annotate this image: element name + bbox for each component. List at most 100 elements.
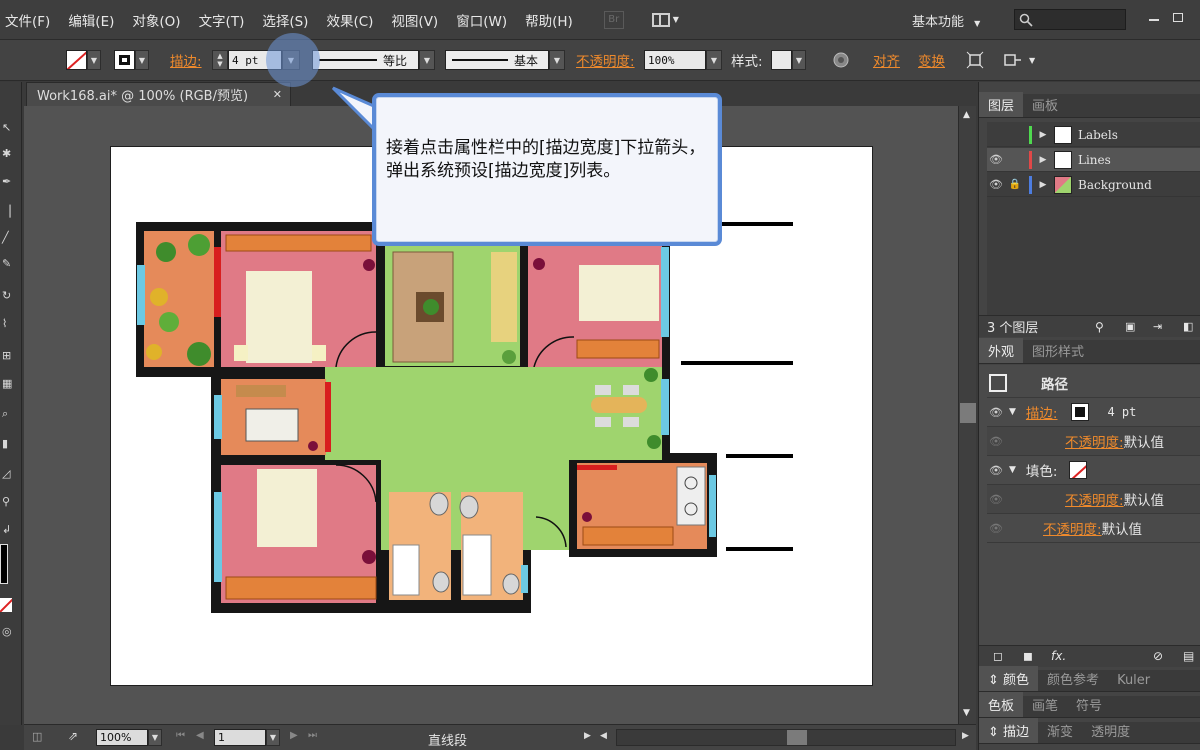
panel-menu-button[interactable]: ▼ <box>1003 50 1035 70</box>
expand-triangle-icon[interactable]: ▶ <box>1036 180 1050 190</box>
artboard-nav-icon[interactable]: ◫ <box>32 730 42 743</box>
fill-control[interactable]: ▼ <box>66 50 101 70</box>
eye-icon[interactable]: 👁 <box>987 493 1005 506</box>
document-tab[interactable]: Work168.ai* @ 100% (RGB/预览) ✕ <box>26 82 291 106</box>
tab-color-guide[interactable]: 颜色参考 <box>1038 666 1108 691</box>
graph-tool-icon[interactable]: ▮ <box>2 438 14 450</box>
lock-icon[interactable]: 🔒 <box>1005 179 1025 190</box>
stroke-swatch[interactable] <box>114 50 135 70</box>
tab-color[interactable]: ⇕ 颜色 <box>979 666 1039 691</box>
scroll-left-icon[interactable]: ◀ <box>600 731 607 741</box>
isolate-button[interactable] <box>966 50 984 70</box>
appearance-opacity-row[interactable]: 👁 不透明度: 默认值 <box>987 514 1200 543</box>
share-icon[interactable]: ⇗ <box>68 729 78 743</box>
type-tool-icon[interactable]: ▕ <box>2 206 14 218</box>
chevron-down-icon[interactable]: ▼ <box>549 50 565 70</box>
opacity-link[interactable]: 不透明度: <box>1065 489 1124 509</box>
arrange-documents-button[interactable]: ▼ <box>651 12 679 27</box>
fill-swatch-none[interactable] <box>1069 461 1088 479</box>
none-color-icon[interactable] <box>0 598 12 612</box>
delete-icon[interactable]: ▤ <box>1183 649 1194 663</box>
next-artboard-icon[interactable]: ▶ <box>290 730 298 741</box>
stroke-weight-value[interactable]: 4 pt <box>1107 405 1136 419</box>
clear-appearance-icon[interactable]: ⊘ <box>1153 649 1163 663</box>
scroll-thumb[interactable] <box>787 730 807 745</box>
eye-icon[interactable]: 👁 <box>987 464 1005 477</box>
scroll-up-icon[interactable]: ▲ <box>963 110 970 120</box>
swap-colors-icon[interactable]: ↲ <box>2 524 14 536</box>
opacity-control[interactable]: 100% ▼ <box>644 50 722 70</box>
scroll-right-icon[interactable]: ▶ <box>962 731 969 741</box>
status-menu-icon[interactable]: ▶ <box>584 731 591 741</box>
tab-swatches[interactable]: 色板 <box>979 692 1024 717</box>
tab-stroke[interactable]: ⇕ 描边 <box>979 718 1039 743</box>
warp-tool-icon[interactable]: ⌇ <box>2 318 14 330</box>
tab-appearance[interactable]: 外观 <box>979 338 1024 363</box>
chevron-down-icon[interactable]: ▼ <box>87 50 101 70</box>
screen-mode-icon[interactable]: ◎ <box>2 626 14 638</box>
collapse-triangle-icon[interactable]: ▼ <box>1009 465 1016 475</box>
new-layer-icon[interactable]: ◧ <box>1183 320 1193 333</box>
stroke-color-control[interactable]: ▼ <box>114 50 149 70</box>
recolor-button[interactable] <box>832 50 850 70</box>
stepper-icon[interactable]: ▲ ▼ <box>212 50 228 70</box>
eye-icon[interactable]: 👁 <box>987 522 1005 535</box>
menu-view[interactable]: 视图(V) <box>382 10 447 30</box>
chevron-down-icon[interactable]: ▼ <box>706 50 722 70</box>
tab-brushes[interactable]: 画笔 <box>1023 692 1067 717</box>
appearance-stroke-opacity-row[interactable]: 👁 不透明度: 默认值 <box>987 427 1200 456</box>
vertical-scrollbar[interactable]: ▲ ▼ <box>958 106 976 724</box>
layer-row-background[interactable]: 👁 🔒 ▶ Background <box>987 173 1200 197</box>
minimize-button[interactable] <box>1143 7 1165 27</box>
last-artboard-icon[interactable]: ⏭ <box>308 730 317 741</box>
graphic-style-control[interactable]: ▼ <box>771 50 806 70</box>
menu-window[interactable]: 窗口(W) <box>447 10 516 30</box>
chevron-down-icon[interactable]: ▼ <box>266 729 280 746</box>
eye-icon[interactable]: 👁 <box>987 153 1005 166</box>
line-tool-icon[interactable]: ╱ <box>2 232 14 244</box>
eye-icon[interactable]: 👁 <box>987 406 1005 419</box>
prev-artboard-icon[interactable]: ◀ <box>196 730 204 741</box>
workspace-switcher[interactable]: 基本功能 ▼ <box>912 11 980 30</box>
magic-wand-tool-icon[interactable]: ✱ <box>2 148 14 160</box>
add-stroke-icon[interactable]: ◻ <box>993 649 1003 663</box>
menu-edit[interactable]: 编辑(E) <box>59 10 123 30</box>
menu-type[interactable]: 文字(T) <box>190 10 254 30</box>
expand-triangle-icon[interactable]: ▶ <box>1036 155 1050 165</box>
search-icon[interactable]: ⚲ <box>1095 320 1104 334</box>
make-clipping-mask-icon[interactable]: ▣ <box>1125 320 1135 333</box>
eyedropper-tool-icon[interactable]: ⌕ <box>2 408 14 420</box>
opacity-label-link[interactable]: 不透明度: <box>576 50 635 70</box>
style-swatch[interactable] <box>771 50 792 70</box>
first-artboard-icon[interactable]: ⏮ <box>176 730 185 741</box>
slice-tool-icon[interactable]: ◿ <box>2 468 14 480</box>
stroke-color-box[interactable] <box>0 544 8 584</box>
eye-icon[interactable]: 👁 <box>987 178 1005 191</box>
opacity-link[interactable]: 不透明度: <box>1043 518 1102 538</box>
close-icon[interactable]: ✕ <box>273 88 282 101</box>
variable-width-profile[interactable]: 等比 ▼ <box>312 50 435 70</box>
menu-select[interactable]: 选择(S) <box>253 10 317 30</box>
expand-triangle-icon[interactable]: ▶ <box>1036 130 1050 140</box>
opacity-input[interactable]: 100% <box>644 50 706 70</box>
menu-effect[interactable]: 效果(C) <box>317 10 382 30</box>
stroke-link[interactable]: 描边: <box>1026 402 1058 422</box>
horizontal-scrollbar[interactable] <box>616 729 956 746</box>
bridge-button[interactable]: Br <box>603 10 624 29</box>
pen-tool-icon[interactable]: ✒ <box>2 176 14 188</box>
menu-object[interactable]: 对象(O) <box>123 10 189 30</box>
new-sublayer-icon[interactable]: ⇥ <box>1153 320 1162 333</box>
tab-gradient[interactable]: 渐变 <box>1038 718 1082 743</box>
tab-artboards[interactable]: 画板 <box>1023 92 1067 117</box>
stroke-label-link[interactable]: 描边: <box>170 50 202 70</box>
tab-graphic-styles[interactable]: 图形样式 <box>1023 338 1093 363</box>
shape-builder-tool-icon[interactable]: ⊞ <box>2 350 14 362</box>
fill-swatch-none[interactable] <box>66 50 87 70</box>
direct-select-tool-icon[interactable]: ↖ <box>2 122 14 134</box>
scroll-down-icon[interactable]: ▼ <box>963 708 970 718</box>
chevron-down-icon[interactable]: ▼ <box>148 729 162 746</box>
eye-icon[interactable]: 👁 <box>987 435 1005 448</box>
layer-row-labels[interactable]: ▶ Labels <box>987 123 1200 147</box>
align-link[interactable]: 对齐 <box>873 50 900 70</box>
tab-symbols[interactable]: 符号 <box>1067 692 1111 717</box>
